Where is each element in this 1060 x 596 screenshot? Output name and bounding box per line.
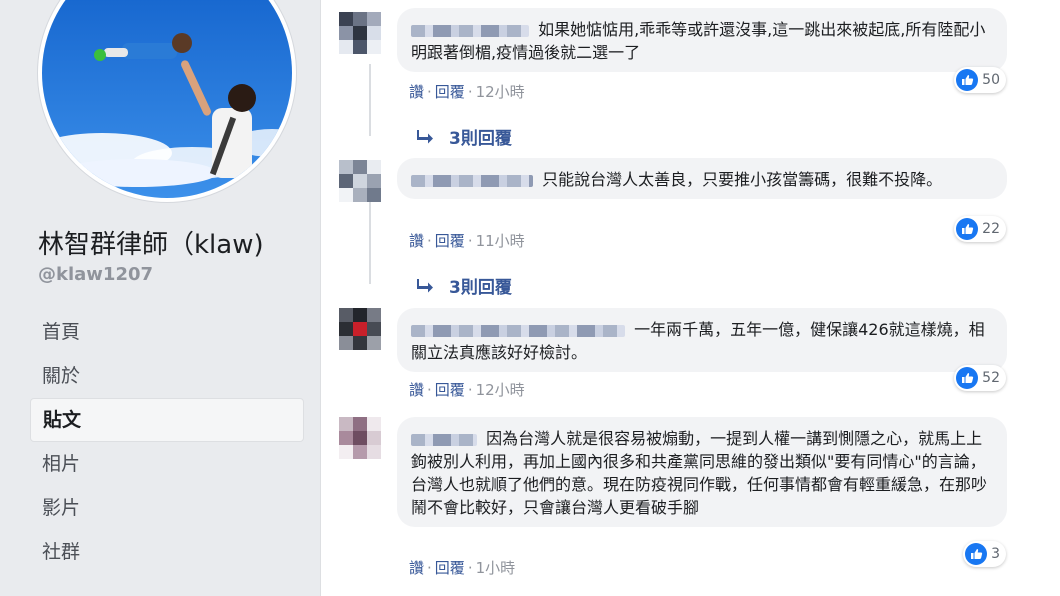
page-title: 林智群律師（klaw) <box>38 230 264 260</box>
commenter-name-blurred[interactable] <box>411 24 529 37</box>
timestamp[interactable]: 12小時 <box>476 381 525 399</box>
like-thumb-icon <box>956 69 979 91</box>
separator: · <box>467 559 473 577</box>
like-link[interactable]: 讚 <box>409 83 424 101</box>
avatar[interactable] <box>339 160 381 202</box>
page-profile-picture[interactable] <box>38 0 296 202</box>
reply-link[interactable]: 回覆 <box>435 559 465 577</box>
nav-item-videos[interactable]: 影片 <box>30 486 304 530</box>
replies-label: 3則回覆 <box>449 129 512 149</box>
commenter-name-blurred[interactable] <box>411 433 477 446</box>
page-sidebar: 林智群律師（klaw) @klaw1207 首頁 關於 貼文 相片 影片 社群 <box>0 0 320 596</box>
comment-actions: 讚 · 回覆 · 12小時 <box>409 379 525 400</box>
separator: · <box>467 381 473 399</box>
like-thumb-icon <box>956 218 979 240</box>
nav-item-about[interactable]: 關於 <box>30 354 304 398</box>
separator: · <box>467 232 473 250</box>
comment-bubble: 如果她惦惦用,乖乖等或許還沒事,這一跳出來被起底,所有陸配小明跟著倒楣,疫情過後… <box>397 8 1007 72</box>
reply-link[interactable]: 回覆 <box>435 381 465 399</box>
separator: · <box>467 83 473 101</box>
view-replies-link[interactable]: 3則回覆 <box>417 124 512 149</box>
nav-item-posts[interactable]: 貼文 <box>30 398 304 442</box>
profile-photo <box>42 0 292 198</box>
timestamp[interactable]: 1小時 <box>476 559 516 577</box>
view-replies-link[interactable]: 3則回覆 <box>417 273 512 298</box>
page-navigation: 首頁 關於 貼文 相片 影片 社群 <box>30 310 304 574</box>
comment-text: 因為台灣人就是很容易被煽動，一提到人權一講到惻隱之心，就馬上上鉤被別人利用，再加… <box>411 429 988 517</box>
separator: · <box>427 83 432 101</box>
avatar[interactable] <box>339 308 381 350</box>
reply-arrow-icon <box>417 129 433 143</box>
comment-bubble: 因為台灣人就是很容易被煽動，一提到人權一講到惻隱之心，就馬上上鉤被別人利用，再加… <box>397 417 1007 527</box>
separator: · <box>427 232 432 250</box>
like-link[interactable]: 讚 <box>409 559 424 577</box>
thread-line <box>369 202 371 284</box>
reaction-count[interactable]: 50 <box>954 67 1006 93</box>
like-link[interactable]: 讚 <box>409 381 424 399</box>
replies-label: 3則回覆 <box>449 278 512 298</box>
separator: · <box>427 559 432 577</box>
commenter-name-blurred[interactable] <box>411 174 533 187</box>
comment-actions: 讚 · 回覆 · 11小時 <box>409 230 525 251</box>
like-count: 3 <box>991 546 1000 562</box>
reaction-count[interactable]: 52 <box>954 365 1006 391</box>
like-link[interactable]: 讚 <box>409 232 424 250</box>
avatar[interactable] <box>339 417 381 459</box>
comment-actions: 讚 · 回覆 · 12小時 <box>409 81 525 102</box>
page-username[interactable]: @klaw1207 <box>38 264 153 285</box>
nav-item-photos[interactable]: 相片 <box>30 442 304 486</box>
comment-bubble: 一年兩千萬，五年一億，健保讓426就這樣燒，相關立法真應該好好檢討。 <box>397 308 1007 372</box>
reaction-count[interactable]: 3 <box>963 541 1006 567</box>
comment-actions: 讚 · 回覆 · 1小時 <box>409 557 515 578</box>
separator: · <box>427 381 432 399</box>
reply-arrow-icon <box>417 278 433 292</box>
timestamp[interactable]: 11小時 <box>476 232 525 250</box>
comments-section: 如果她惦惦用,乖乖等或許還沒事,這一跳出來被起底,所有陸配小明跟著倒楣,疫情過後… <box>321 0 1060 596</box>
like-count: 50 <box>982 72 1000 88</box>
comment-text: 只能說台灣人太善良，只要推小孩當籌碼，很難不投降。 <box>542 170 943 189</box>
like-count: 22 <box>982 221 1000 237</box>
reaction-count[interactable]: 22 <box>954 216 1006 242</box>
like-thumb-icon <box>965 543 988 565</box>
like-thumb-icon <box>956 367 979 389</box>
avatar[interactable] <box>339 12 381 54</box>
reply-link[interactable]: 回覆 <box>435 232 465 250</box>
comment-bubble: 只能說台灣人太善良，只要推小孩當籌碼，很難不投降。 <box>397 158 1007 199</box>
timestamp[interactable]: 12小時 <box>476 83 525 101</box>
thread-line <box>369 64 371 136</box>
like-count: 52 <box>982 370 1000 386</box>
reply-link[interactable]: 回覆 <box>435 83 465 101</box>
commenter-name-blurred[interactable] <box>411 324 625 337</box>
nav-item-community[interactable]: 社群 <box>30 530 304 574</box>
nav-item-home[interactable]: 首頁 <box>30 310 304 354</box>
